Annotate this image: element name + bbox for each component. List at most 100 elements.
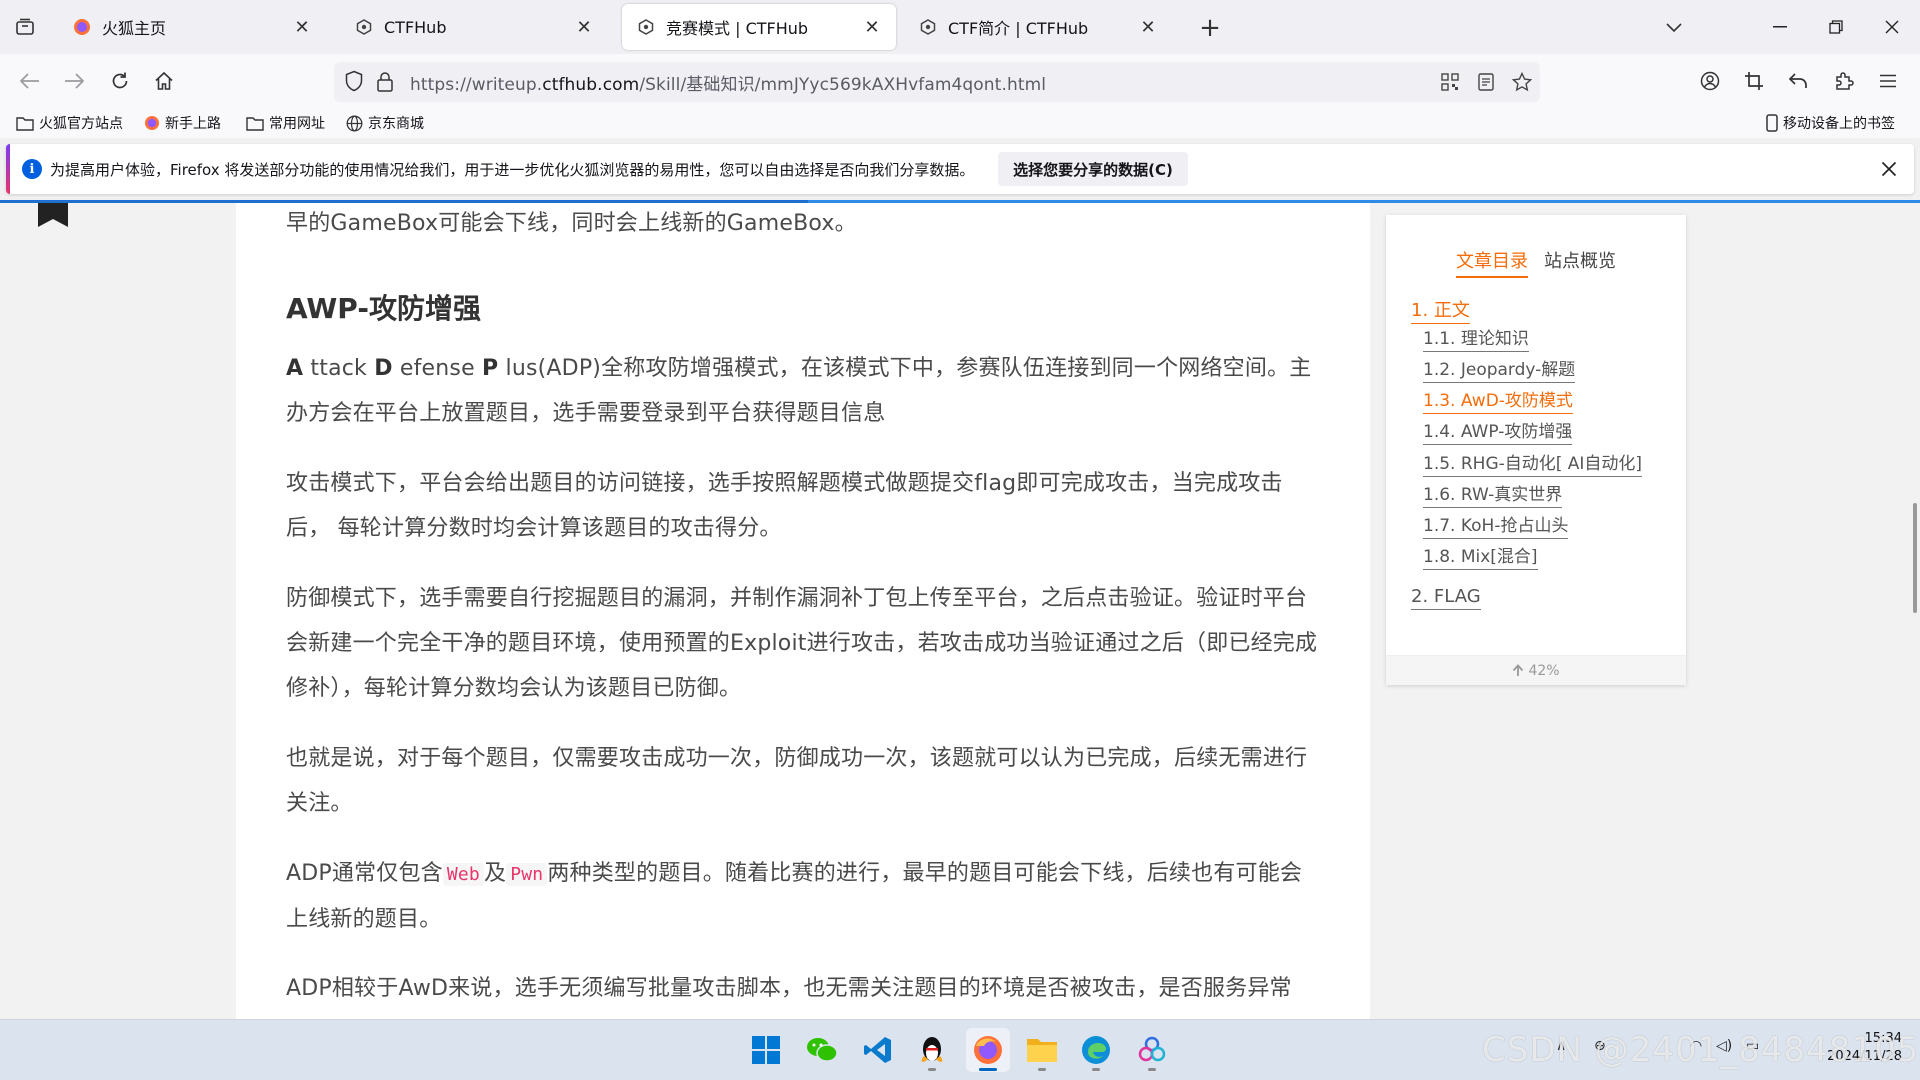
bookmarks-toolbar: 火狐官方站点 新手上路 常用网址 京东商城 移动设备上的书签: [0, 108, 1920, 138]
back-button[interactable]: [12, 63, 48, 99]
taskbar-qq[interactable]: [910, 1028, 954, 1072]
toc-item[interactable]: 1.4. AWP-攻防增强: [1423, 420, 1573, 445]
close-tab-icon[interactable]: ✕: [1138, 17, 1158, 38]
close-window-button[interactable]: [1864, 0, 1920, 54]
mobile-bookmarks[interactable]: 移动设备上的书签: [1766, 112, 1895, 134]
new-tab-button[interactable]: +: [1194, 12, 1226, 44]
taskbar-app[interactable]: [1130, 1028, 1174, 1072]
toc-item[interactable]: 1.5. RHG-自动化[ AI自动化]: [1423, 452, 1643, 477]
bookmark-jd-mall[interactable]: 京东商城: [346, 112, 424, 134]
firefox-icon: [145, 116, 159, 130]
extensions-button[interactable]: [1826, 63, 1862, 99]
toc-item[interactable]: 2. FLAG: [1411, 585, 1481, 610]
close-tab-icon[interactable]: ✕: [862, 17, 882, 38]
close-notification-button[interactable]: [1876, 156, 1902, 182]
home-icon: [155, 71, 173, 90]
tab-article-toc[interactable]: 文章目录: [1456, 247, 1528, 278]
tab-firefox-home[interactable]: 火狐主页 ✕: [58, 4, 326, 50]
page-viewport: 早的GameBox可能会下线，同时会上线新的GameBox。 AWP-攻防增强 …: [0, 203, 1920, 1019]
toc-item[interactable]: 1.3. AwD-攻防模式: [1423, 389, 1573, 414]
home-button[interactable]: [146, 63, 182, 99]
ctfhub-favicon-icon: [918, 17, 938, 37]
article-paragraph-adp-types: ADP通常仅包含 Web 及 Pwn 两种类型的题目。随着比赛的进行，最早的题目可能会下…: [286, 861, 1303, 932]
reload-button[interactable]: [102, 63, 138, 99]
shield-icon[interactable]: [344, 70, 364, 96]
menu-button[interactable]: [1870, 63, 1906, 99]
toc-item[interactable]: 1.7. KoH-抢占山头: [1423, 514, 1569, 539]
ctfhub-favicon-icon: [354, 17, 374, 37]
bookmark-ribbon-icon[interactable]: [38, 203, 68, 227]
plus-icon: +: [1199, 13, 1221, 43]
toc-item[interactable]: 1.8. Mix[混合]: [1423, 545, 1538, 570]
taskbar-edge[interactable]: [1074, 1028, 1118, 1072]
tab-title: CTF简介 | CTFHub: [948, 19, 1089, 38]
qr-code-icon: [1441, 73, 1459, 91]
bookmark-firefox-official[interactable]: 火狐官方站点: [16, 112, 123, 134]
tab-competition-mode[interactable]: 竞赛模式 | CTFHub ✕: [622, 4, 896, 50]
address-bar[interactable]: https://writeup.ctfhub.com/Skill/基础知识/mm…: [334, 62, 1540, 102]
reload-icon: [112, 72, 128, 89]
toc-item[interactable]: 1.6. RW-真实世界: [1423, 483, 1563, 508]
bookmark-common-sites[interactable]: 常用网址: [246, 112, 325, 134]
notification-message: 为提高用户体验，Firefox 将发送部分功能的使用情况给我们，用于进一步优化火…: [50, 161, 975, 179]
firefox-icon: [72, 17, 92, 37]
firefox-icon: [974, 1036, 1002, 1064]
folder-icon: [1027, 1039, 1057, 1062]
forward-button[interactable]: [56, 63, 92, 99]
toc-item[interactable]: 1. 正文: [1411, 299, 1470, 324]
close-icon: [1881, 161, 1897, 177]
article-paragraph-adp-compare: ADP相较于AwD来说，选手无须编写批量攻击脚本，也无需关注题目的环境是否被攻击…: [286, 976, 1292, 1001]
back-to-top-button[interactable]: 42%: [1386, 655, 1686, 685]
reader-view-icon: [1478, 73, 1494, 91]
reader-view-button[interactable]: [1472, 68, 1500, 96]
close-tab-icon[interactable]: ✕: [574, 17, 594, 38]
start-button[interactable]: [744, 1028, 788, 1072]
choose-data-to-share-button[interactable]: 选择您要分享的数据(C): [998, 152, 1188, 186]
lock-icon[interactable]: [376, 71, 394, 97]
url-text[interactable]: https://writeup.ctfhub.com/Skill/基础知识/mm…: [410, 70, 1046, 95]
mobile-device-icon: [1766, 114, 1778, 132]
arrow-right-icon: [65, 73, 84, 89]
bookmark-getting-started[interactable]: 新手上路: [144, 112, 221, 134]
section-heading-awp: AWP-攻防增强: [286, 292, 481, 325]
tab-title: 竞赛模式 | CTFHub: [666, 19, 809, 38]
vscode-icon: [864, 1037, 891, 1063]
taskbar-vscode[interactable]: [856, 1028, 900, 1072]
ctfhub-favicon-icon: [636, 17, 656, 37]
tab-site-overview[interactable]: 站点概览: [1544, 247, 1616, 273]
navigation-toolbar: https://writeup.ctfhub.com/Skill/基础知识/mm…: [0, 54, 1920, 108]
tab-list-icon: [16, 18, 34, 35]
qr-code-button[interactable]: [1436, 68, 1464, 96]
tab-ctfhub[interactable]: CTFHub ✕: [340, 4, 608, 50]
taskbar-file-explorer[interactable]: [1020, 1028, 1064, 1072]
list-all-tabs-button[interactable]: [1660, 14, 1688, 42]
screenshot-button[interactable]: [1736, 63, 1772, 99]
article-paragraph-attack-mode: 攻击模式下，平台会给出题目的访问链接，选手按照解题模式做题提交flag即可完成攻…: [286, 471, 1283, 541]
info-icon: i: [22, 159, 42, 179]
taskbar-wechat[interactable]: [800, 1028, 844, 1072]
star-icon: [1512, 72, 1532, 92]
close-tab-icon[interactable]: ✕: [292, 17, 312, 38]
tab-list-button[interactable]: [8, 12, 42, 42]
tab-ctf-intro[interactable]: CTF简介 | CTFHub ✕: [904, 4, 1172, 50]
page-scrollbar-thumb[interactable]: [1913, 503, 1917, 613]
minimize-button[interactable]: [1752, 0, 1808, 54]
account-button[interactable]: [1692, 63, 1728, 99]
restore-button[interactable]: [1808, 0, 1864, 54]
toc-item[interactable]: 1.2. Jeopardy-解题: [1423, 358, 1576, 383]
article-paragraph-adp-intro: A ttack D efense P lus(ADP)全称攻防增强模式，在该模式…: [286, 356, 1312, 426]
edge-icon: [1082, 1036, 1110, 1064]
article-paragraph: 早的GameBox可能会下线，同时会上线新的GameBox。: [286, 211, 857, 236]
taskbar-firefox[interactable]: [966, 1028, 1010, 1072]
inline-code-pwn: Pwn: [506, 863, 548, 886]
toc-item[interactable]: 1.1. 理论知识: [1423, 327, 1529, 352]
article-content: 早的GameBox可能会下线，同时会上线新的GameBox。 AWP-攻防增强 …: [236, 203, 1370, 1019]
minimize-icon: [1773, 26, 1787, 28]
arrow-up-icon: [1513, 664, 1524, 676]
tab-title: CTFHub: [384, 17, 447, 37]
table-of-contents-panel: 文章目录 站点概览 1. 正文 1.1. 理论知识 1.2. Jeopardy-…: [1386, 215, 1686, 685]
csdn-watermark: CSDN @2401_84848105: [1482, 1030, 1920, 1070]
wechat-icon: [807, 1038, 838, 1062]
bookmark-star-button[interactable]: [1508, 68, 1536, 96]
undo-button[interactable]: [1780, 63, 1816, 99]
